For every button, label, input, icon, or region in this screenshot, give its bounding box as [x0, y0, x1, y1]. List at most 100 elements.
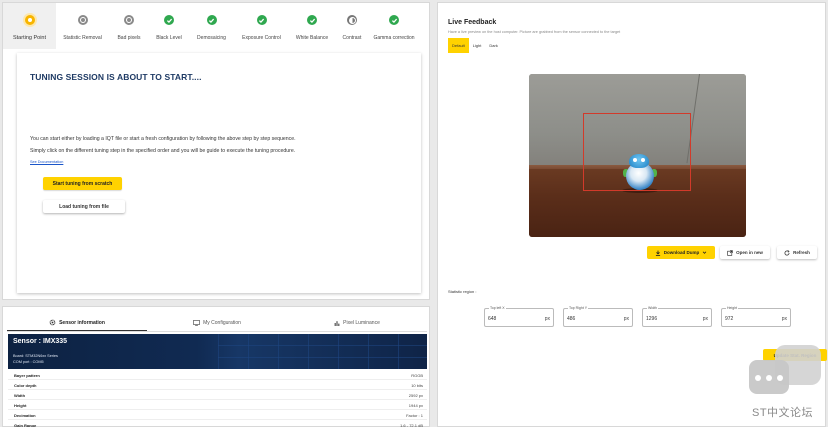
step-bad-pixels[interactable]: Bad pixels	[109, 3, 149, 49]
step-label: Demosaicing	[197, 35, 226, 41]
mode-dark[interactable]: Dark	[485, 38, 501, 53]
step-statistic-removal[interactable]: Statistic Removal	[56, 3, 109, 49]
live-feedback-subtitle: Have a live preview on the host computer…	[448, 30, 621, 34]
panel-gutter	[431, 0, 436, 427]
field-unit: px	[781, 316, 787, 322]
statistic-region-label: Statistic region :	[448, 289, 477, 294]
watermark-dot	[755, 375, 761, 381]
sensor-info-key: Color depth	[14, 383, 37, 388]
step-gamma-correction[interactable]: Gamma correction	[369, 3, 419, 49]
sensor-info-key: Bayer pattern	[14, 373, 40, 378]
tab-config-label: My Configuration	[203, 320, 241, 326]
refresh-label: Refresh	[793, 250, 810, 255]
step-starting-point[interactable]: Starting Point	[3, 3, 56, 49]
live-preview-image[interactable]	[529, 74, 746, 237]
tab-pixel-luminance[interactable]: Pixel Luminance	[287, 315, 427, 331]
sensor-banner: Sensor : IMX335 Board: STM32N6xx Series …	[8, 334, 427, 369]
step-pending-icon	[77, 15, 88, 25]
open-in-new-button[interactable]: Open in new	[720, 246, 770, 259]
chevron-down-icon	[702, 251, 707, 254]
info-tabs: Sensor information My Configuration Pixe…	[7, 315, 427, 331]
sensor-info-key: Gain Range	[14, 423, 37, 427]
intro-card	[17, 53, 421, 293]
field-label: Top left X	[489, 306, 506, 310]
intro-text-line-1: You can start either by loading a IQT fi…	[30, 136, 296, 142]
field-value: 486	[567, 316, 576, 322]
sensor-title: Sensor : IMX335	[13, 338, 68, 345]
step-label: White Balance	[295, 35, 329, 41]
sensor-info-value: RGGB	[411, 373, 423, 378]
field-unit: px	[702, 316, 708, 322]
tab-sensor-information[interactable]: Sensor information	[7, 315, 147, 331]
sensor-com-port: COM port : COM5	[13, 360, 44, 364]
see-documentation-link[interactable]: See Documentation	[30, 160, 63, 164]
external-link-icon	[727, 249, 733, 256]
step-pending-icon	[124, 15, 134, 25]
watermark-text: ST中文论坛	[752, 407, 814, 419]
download-dump-label: Download Dump	[663, 250, 700, 255]
sensor-info-row: Gain Range 1.6 - 72.1 dB	[8, 421, 427, 427]
check-icon	[307, 15, 317, 25]
width-field[interactable]: Width 1296 px	[642, 306, 712, 327]
live-feedback-title: Live Feedback	[448, 19, 497, 26]
check-icon	[206, 15, 217, 25]
check-icon	[164, 15, 174, 25]
gear-icon	[49, 319, 56, 326]
step-label: Exposure Control	[242, 35, 281, 41]
field-unit: px	[623, 316, 629, 322]
step-contrast[interactable]: Contrast	[335, 3, 369, 49]
bar-chart-icon	[334, 321, 340, 326]
watermark-dot	[766, 375, 772, 381]
intro-title: TUNING SESSION IS ABOUT TO START....	[30, 72, 202, 82]
field-value: 648	[488, 316, 497, 322]
tab-my-configuration[interactable]: My Configuration	[147, 315, 287, 331]
sensor-info-row: Color depth 10 bits	[8, 381, 427, 390]
sensor-info-value: 2592 px	[408, 393, 423, 398]
sensor-info-key: Height	[14, 403, 27, 408]
check-icon	[256, 15, 267, 25]
top-left-x-field[interactable]: Top left X 648 px	[484, 306, 554, 327]
step-label: Starting Point	[12, 35, 47, 41]
download-icon	[655, 250, 660, 256]
sensor-board: Board: STM32N6xx Series	[13, 354, 58, 358]
mode-light[interactable]: Light	[469, 38, 486, 53]
tuning-panel: Starting Point Statistic Removal Bad pixel…	[2, 2, 430, 300]
tab-luminance-label: Pixel Luminance	[343, 320, 380, 326]
tuning-stepper: Starting Point Statistic Removal Bad pixel…	[3, 3, 429, 49]
step-label: Black Level	[156, 35, 182, 41]
sensor-info-row: Width 2592 px	[8, 391, 427, 400]
field-label: Height	[726, 306, 739, 310]
tabs-divider	[7, 331, 427, 332]
field-value: 972	[725, 316, 734, 322]
download-dump-button[interactable]: Download Dump	[647, 246, 715, 259]
step-white-balance[interactable]: White Balance	[289, 3, 335, 49]
refresh-button[interactable]: Refresh	[777, 246, 817, 259]
field-label: Width	[647, 306, 658, 310]
step-label: Contrast	[342, 35, 362, 41]
statistic-region-overlay[interactable]	[583, 113, 691, 191]
check-icon	[389, 15, 399, 25]
load-tuning-button[interactable]: Load tuning from file	[43, 200, 125, 213]
sensor-info-value: 1.6 - 72.1 dB	[400, 423, 423, 427]
tab-sensor-label: Sensor information	[59, 319, 105, 326]
step-exposure-control[interactable]: Exposure Control	[234, 3, 289, 49]
top-right-y-field[interactable]: Top Right Y 486 px	[563, 306, 633, 327]
start-tuning-button[interactable]: Start tuning from scratch	[43, 177, 122, 190]
step-demosaicing[interactable]: Demosaicing	[189, 3, 234, 49]
banner-pattern	[218, 334, 427, 369]
step-current-icon	[24, 15, 35, 25]
sensor-info-key: Width	[14, 393, 26, 398]
field-label: Top Right Y	[568, 306, 589, 310]
step-black-level[interactable]: Black Level	[149, 3, 189, 49]
height-field[interactable]: Height 972 px	[721, 306, 791, 327]
preview-mode-toggle: Default Light Dark	[448, 38, 502, 53]
monitor-icon	[193, 320, 201, 326]
refresh-icon	[784, 249, 790, 255]
sensor-info-row: Height 1944 px	[8, 401, 427, 410]
step-label: Bad pixels	[117, 35, 141, 41]
mode-default[interactable]: Default	[448, 38, 469, 53]
info-panel: Sensor information My Configuration Pixe…	[2, 306, 430, 427]
sensor-info-row: Decimation Factor : 1	[8, 411, 427, 420]
sensor-info-row: Bayer pattern RGGB	[8, 371, 427, 380]
sensor-info-key: Decimation	[14, 413, 36, 418]
